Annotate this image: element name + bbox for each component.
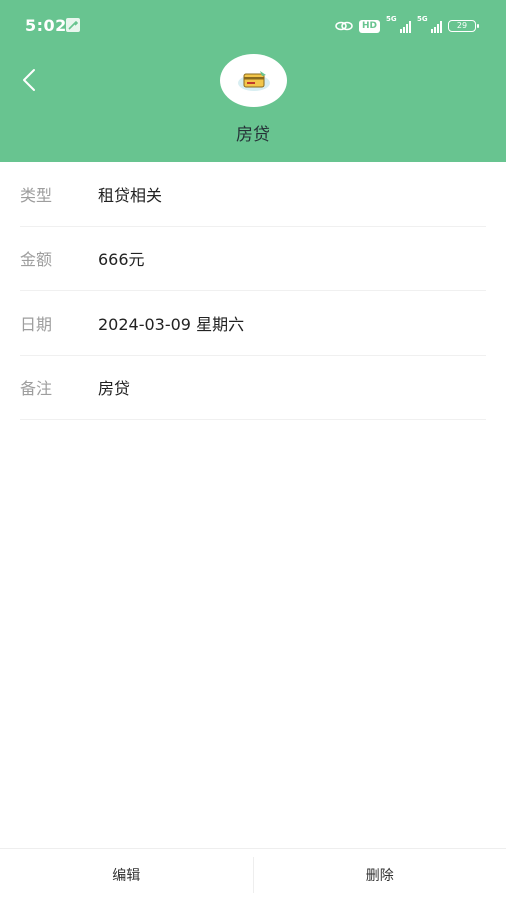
link-icon [335,21,353,31]
edit-button[interactable]: 编辑 [0,849,253,900]
detail-label: 金额 [20,250,53,270]
status-icons: HD 5G 5G 29 [335,15,479,35]
signal-icon-1: 5G [386,15,411,33]
detail-label: 备注 [20,379,53,399]
credit-card-icon [237,70,270,91]
battery-icon: 29 [448,20,479,32]
back-button[interactable] [14,64,46,96]
wrench-icon [66,18,80,32]
detail-label: 类型 [20,185,53,205]
detail-value: 666元 [98,250,145,270]
page-title: 房贷 [236,125,270,145]
detail-list: 类型 租贷相关 金额 666元 日期 2024-03-09 星期六 备注 房贷 [20,162,486,420]
detail-row-type: 类型 租贷相关 [20,162,486,227]
detail-value: 房贷 [98,379,131,399]
delete-button[interactable]: 删除 [254,849,506,900]
detail-label: 日期 [20,314,53,334]
status-bar: 5:02 HD 5G 5G 29 [0,0,506,52]
hd-badge: HD [358,19,380,33]
status-time: 5:02 [25,16,67,35]
category-avatar [220,54,287,107]
detail-row-amount: 金额 666元 [20,227,486,291]
detail-value: 租贷相关 [98,185,163,205]
detail-row-note: 备注 房贷 [20,356,486,420]
network-type-1: 5G [386,15,397,23]
signal-icon-2: 5G [417,15,442,33]
detail-value: 2024-03-09 星期六 [98,314,245,334]
bottom-action-bar: 编辑 删除 [0,848,506,900]
chevron-left-icon [23,69,35,91]
network-type-2: 5G [417,15,428,23]
header: 5:02 HD 5G 5G 29 房贷 [0,0,506,162]
detail-row-date: 日期 2024-03-09 星期六 [20,291,486,356]
